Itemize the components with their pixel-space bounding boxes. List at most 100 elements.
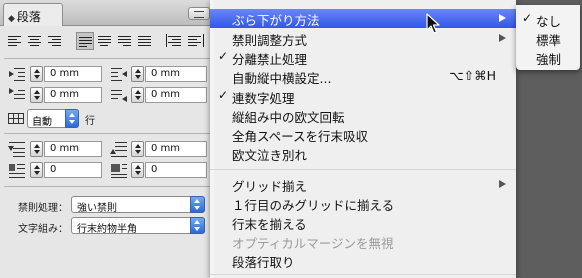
right-indent-field[interactable]: 0 mm bbox=[145, 66, 207, 82]
checkmark-icon: ✓ bbox=[218, 49, 229, 63]
submenu-arrow-icon bbox=[499, 14, 506, 22]
space-before-icon bbox=[8, 141, 26, 157]
submenu-item-label: 強制 bbox=[536, 52, 562, 67]
space-before-field[interactable]: 0 mm bbox=[44, 141, 102, 157]
menu-item-no-break[interactable]: ✓ 分離禁止処理 bbox=[210, 48, 516, 67]
menu-item-label: 段落行取り bbox=[232, 255, 295, 270]
menu-item-roman-word-break[interactable]: 欧文泣き別れ bbox=[210, 144, 516, 163]
collapse-chevron-icon[interactable]: ◆ bbox=[8, 14, 15, 24]
submenu-item-label: なし bbox=[536, 14, 562, 29]
kinsoku-select-arrow-icon[interactable] bbox=[190, 196, 205, 213]
justify-center-button[interactable] bbox=[96, 32, 114, 50]
menu-separator bbox=[210, 274, 516, 275]
last-line-right-indent-field[interactable]: 0 mm bbox=[145, 87, 207, 103]
align-center-button[interactable] bbox=[26, 32, 44, 50]
space-before-stepper[interactable] bbox=[30, 141, 43, 157]
last-line-right-indent-stepper[interactable] bbox=[131, 87, 144, 103]
paragraph-panel: ◆ 段落 0 mm 0 mm 0 mm 0 mm 自動 行 0 mm 0 mm … bbox=[0, 0, 214, 278]
leading-select[interactable]: 自動 bbox=[27, 109, 79, 128]
menu-item-label: 行末を揃える bbox=[232, 217, 307, 232]
menu-item-label: オプティカルマージンを無視 bbox=[232, 236, 394, 251]
alignment-button-row bbox=[0, 32, 214, 52]
kinsoku-select[interactable]: 強い禁則 bbox=[71, 196, 205, 214]
justify-left-button[interactable] bbox=[76, 32, 94, 50]
checkmark-icon: ✓ bbox=[218, 88, 229, 102]
align-right-button[interactable] bbox=[46, 32, 64, 50]
last-line-right-indent-icon bbox=[110, 87, 128, 103]
menu-item-align-line-end[interactable]: 行末を揃える bbox=[210, 213, 516, 232]
mojikumi-label: 文字組み： bbox=[18, 224, 68, 235]
menu-item-label: 縦組み中の欧文回転 bbox=[232, 110, 345, 125]
kinsoku-select-value: 強い禁則 bbox=[77, 203, 117, 214]
menu-item-consecutive-digits[interactable]: ✓ 連数字処理 bbox=[210, 87, 516, 106]
left-indent-field[interactable]: 0 mm bbox=[44, 66, 102, 82]
submenu-arrow-icon bbox=[499, 180, 506, 188]
submenu-item-label: 標準 bbox=[536, 33, 562, 48]
first-line-indent-field[interactable]: 0 mm bbox=[44, 87, 102, 103]
menu-item-hanging-method[interactable]: ぶら下がり方法 bbox=[210, 9, 516, 28]
mojikumi-select-arrow-icon[interactable] bbox=[190, 217, 205, 234]
left-indent-stepper[interactable] bbox=[30, 66, 43, 82]
right-indent-stepper[interactable] bbox=[131, 66, 144, 82]
divider bbox=[4, 133, 212, 134]
tab-paragraph[interactable]: ◆ 段落 bbox=[3, 3, 63, 26]
space-after-stepper[interactable] bbox=[131, 141, 144, 157]
submenu-item-standard[interactable]: 標準 bbox=[516, 30, 580, 48]
first-line-indent-stepper[interactable] bbox=[30, 87, 43, 103]
menu-item-label: 連数字処理 bbox=[232, 91, 295, 106]
kinsoku-label: 禁則処理： bbox=[18, 203, 68, 214]
menu-item-grid-align[interactable]: グリッド揃え bbox=[210, 175, 516, 194]
leading-select-value: 自動 bbox=[32, 117, 52, 128]
leading-unit-label: 行 bbox=[85, 116, 95, 127]
menu-item-ignore-optical-margin: オプティカルマージンを無視 bbox=[210, 232, 516, 251]
menu-item-shortcut: ⌥⇧⌘H bbox=[449, 68, 496, 83]
divider bbox=[4, 186, 212, 187]
mojikumi-select-value: 行末約物半角 bbox=[77, 224, 137, 235]
left-indent-icon bbox=[8, 66, 26, 82]
drop-cap-chars-stepper[interactable] bbox=[131, 162, 144, 178]
justify-all-button[interactable] bbox=[136, 32, 154, 50]
drop-cap-chars-field[interactable]: 0 bbox=[145, 162, 207, 178]
submenu-arrow-icon bbox=[499, 34, 506, 42]
menu-item-label: 禁則調整方式 bbox=[232, 33, 308, 48]
tab-paragraph-label: 段落 bbox=[16, 10, 41, 24]
space-after-icon bbox=[110, 141, 128, 157]
menu-item-first-line-grid[interactable]: １行目のみグリッドに揃える bbox=[210, 194, 516, 213]
menu-item-label: １行目のみグリッドに揃える bbox=[232, 198, 395, 213]
align-left-button[interactable] bbox=[6, 32, 24, 50]
menu-item-kinsoku-adjust[interactable]: 禁則調整方式 bbox=[210, 29, 516, 48]
drop-cap-lines-icon bbox=[8, 162, 26, 178]
menu-item-auto-tate-chu-yoko[interactable]: 自動縦中横設定... ⌥⇧⌘H bbox=[210, 67, 516, 86]
drop-cap-lines-field[interactable]: 0 bbox=[44, 162, 102, 178]
mouse-pointer-icon bbox=[426, 13, 440, 34]
space-after-field[interactable]: 0 mm bbox=[145, 141, 207, 157]
menu-item-label: 分離禁止処理 bbox=[232, 52, 308, 67]
submenu-item-none[interactable]: ✓ なし bbox=[516, 11, 580, 29]
menu-item-absorb-space[interactable]: 全角スペースを行末吸収 bbox=[210, 125, 516, 144]
leading-select-arrow-icon[interactable] bbox=[65, 109, 79, 128]
align-away-from-spine-button[interactable] bbox=[186, 32, 204, 50]
justify-right-button[interactable] bbox=[116, 32, 134, 50]
checkmark-icon: ✓ bbox=[522, 11, 533, 25]
menu-item-span-columns[interactable]: 段落行取り bbox=[210, 251, 516, 270]
divider bbox=[4, 58, 212, 59]
paragraph-panel-menu: ぶら下がり方法 禁則調整方式 ✓ 分離禁止処理 自動縦中横設定... ⌥⇧⌘H … bbox=[210, 0, 516, 278]
align-toward-spine-button[interactable] bbox=[166, 32, 184, 50]
menu-item-label: 自動縦中横設定... bbox=[232, 71, 332, 86]
panel-menu-button[interactable] bbox=[188, 7, 210, 20]
right-indent-icon bbox=[110, 66, 128, 82]
mojikumi-select[interactable]: 行末約物半角 bbox=[71, 217, 205, 235]
menu-separator bbox=[210, 169, 516, 170]
submenu-item-force[interactable]: 強制 bbox=[516, 49, 580, 67]
menu-item-label: 全角スペースを行末吸収 bbox=[232, 129, 369, 144]
menu-item-label: ぶら下がり方法 bbox=[232, 13, 320, 28]
menu-item-rotate-roman[interactable]: 縦組み中の欧文回転 bbox=[210, 106, 516, 125]
menu-item-label: グリッド揃え bbox=[232, 179, 308, 194]
leading-grid-icon bbox=[7, 110, 25, 126]
drop-cap-chars-icon bbox=[110, 162, 128, 178]
first-line-indent-icon bbox=[8, 87, 26, 103]
drop-cap-lines-stepper[interactable] bbox=[30, 162, 43, 178]
menu-item-label: 欧文泣き別れ bbox=[232, 148, 308, 163]
hanging-method-submenu: ✓ なし 標準 強制 bbox=[516, 5, 580, 70]
panel-tab-bar: ◆ 段落 bbox=[0, 0, 214, 26]
